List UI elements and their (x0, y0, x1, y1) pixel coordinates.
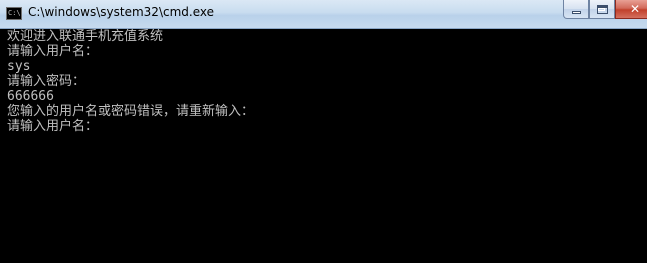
close-button[interactable]: ✕ (615, 0, 647, 19)
cmd-icon[interactable]: C:\ (6, 7, 22, 20)
maximize-button[interactable] (589, 0, 615, 19)
console-line-password-input: 666666 (7, 89, 54, 104)
console-line-error: 您输入的用户名或密码错误，请重新输入： (7, 104, 255, 119)
console-line-password-prompt: 请输入密码： (7, 74, 86, 89)
window-title: C:\windows\system32\cmd.exe (28, 5, 214, 19)
cmd-window: C:\ C:\windows\system32\cmd.exe ✕ 欢迎进入联通… (0, 0, 647, 263)
console-line-username-prompt: 请输入用户名： (7, 44, 99, 59)
console-line-username-input: sys (7, 59, 31, 74)
console-line-welcome: 欢迎进入联通手机充值系统 (7, 29, 164, 44)
maximize-icon (597, 5, 608, 14)
minimize-icon (572, 11, 581, 14)
close-icon: ✕ (629, 2, 641, 16)
console-line-username-prompt-retry: 请输入用户名： (7, 119, 99, 134)
title-bar[interactable]: C:\ C:\windows\system32\cmd.exe ✕ (0, 0, 647, 29)
minimize-button[interactable] (563, 0, 589, 19)
console-output[interactable]: 欢迎进入联通手机充值系统 请输入用户名： sys 请输入密码： 666666 您… (0, 29, 647, 263)
